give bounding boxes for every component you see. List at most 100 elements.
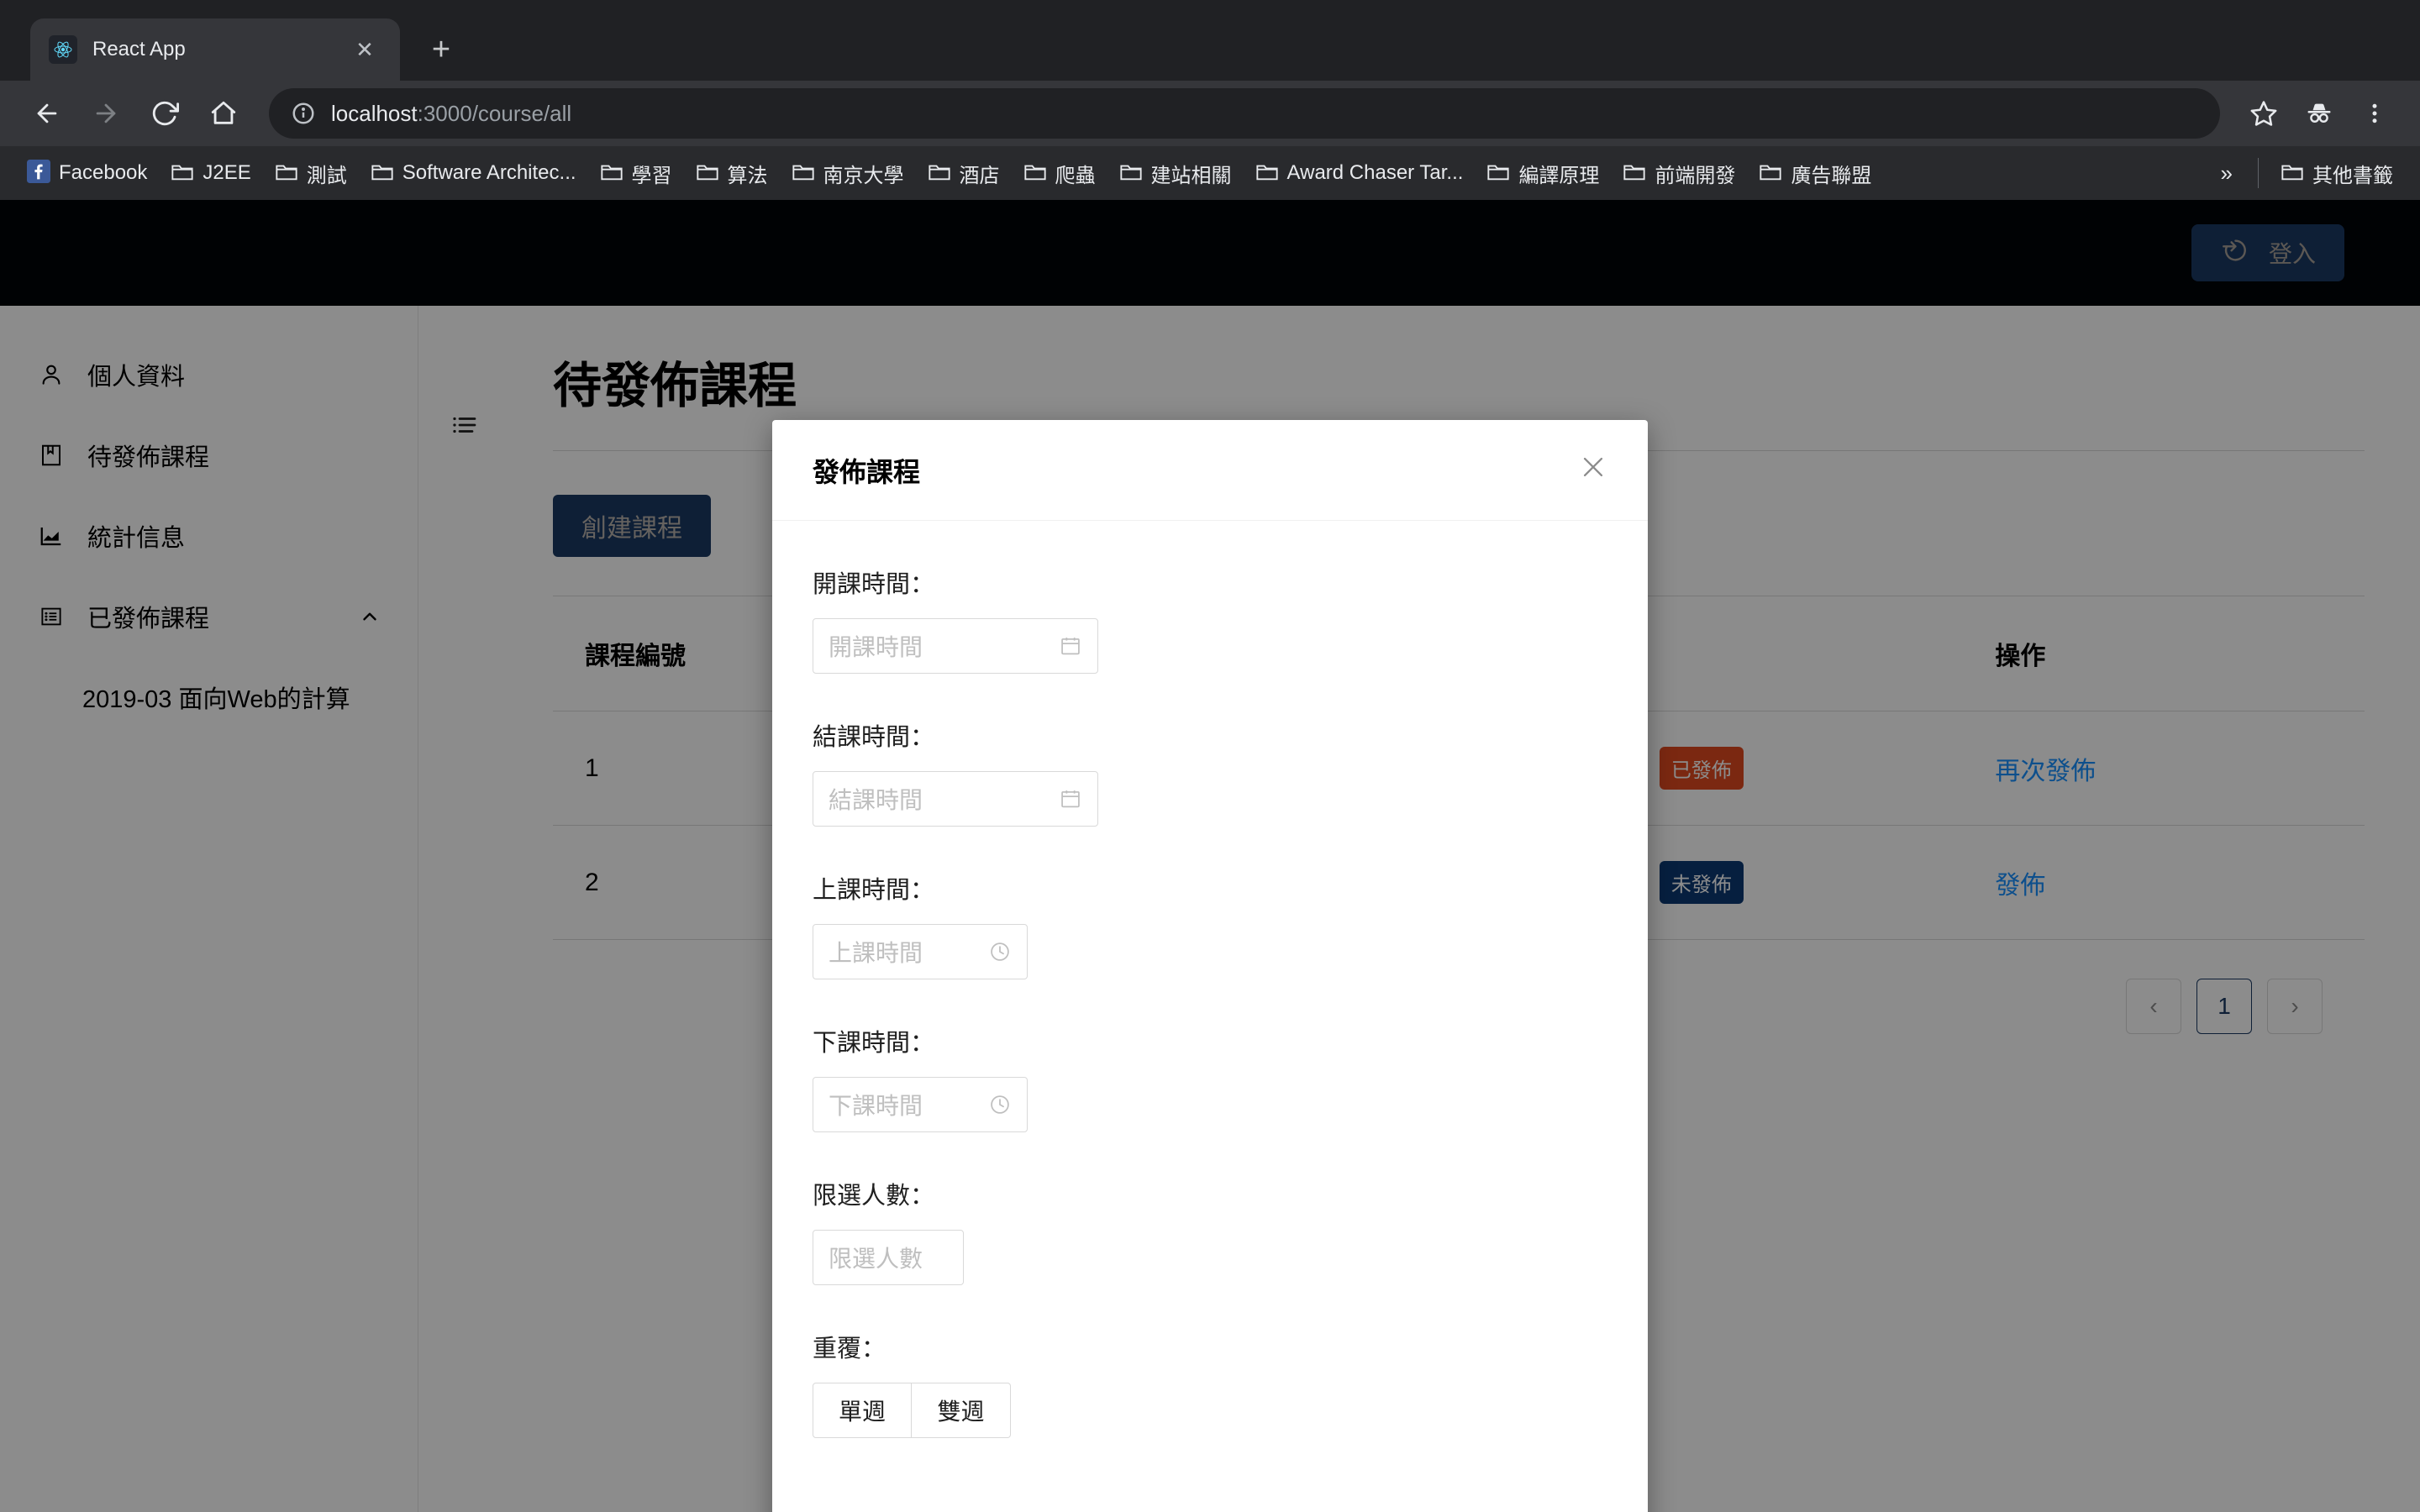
class-end-time-placeholder: 下課時間 bbox=[829, 1088, 988, 1121]
address-bar[interactable]: localhost:3000/course/all bbox=[269, 88, 2220, 139]
folder-icon bbox=[1255, 160, 1279, 186]
bookmark-item[interactable]: 前端開發 bbox=[1612, 154, 1745, 193]
facebook-icon bbox=[27, 160, 50, 187]
field-class-start-time: 上課時間： 上課時間 bbox=[813, 870, 1607, 979]
bookmark-item[interactable]: J2EE bbox=[160, 155, 260, 192]
folder-icon bbox=[1119, 160, 1143, 186]
back-icon[interactable] bbox=[20, 87, 74, 140]
tab-title: React App bbox=[92, 38, 348, 61]
bookmark-label: J2EE bbox=[203, 161, 250, 185]
calendar-icon[interactable] bbox=[1059, 634, 1082, 658]
bookmark-item[interactable]: 學習 bbox=[590, 154, 682, 193]
bookmark-label: 測試 bbox=[307, 159, 347, 188]
capacity-input[interactable]: 限選人數 bbox=[813, 1230, 964, 1285]
folder-icon bbox=[1486, 160, 1510, 186]
folder-icon bbox=[1623, 160, 1646, 186]
folder-icon bbox=[792, 160, 815, 186]
field-label: 上課時間： bbox=[813, 870, 1607, 906]
modal-title: 發佈課程 bbox=[813, 451, 920, 490]
capacity-placeholder: 限選人數 bbox=[829, 1241, 948, 1274]
close-icon[interactable] bbox=[1579, 453, 1607, 487]
bookmark-label: 編譯原理 bbox=[1518, 159, 1599, 188]
folder-icon bbox=[1759, 160, 1782, 186]
bookmarks-overflow-button[interactable]: » bbox=[2207, 160, 2246, 186]
end-date-placeholder: 結課時間 bbox=[829, 782, 1059, 816]
bookmark-item[interactable]: 酒店 bbox=[918, 154, 1010, 193]
home-icon[interactable] bbox=[197, 87, 250, 140]
bookmark-label: 南京大學 bbox=[823, 159, 904, 188]
field-end-date: 結課時間： 結課時間 bbox=[813, 717, 1607, 827]
modal-body: 開課時間： 開課時間 結課時間： 結課時間 bbox=[772, 521, 1648, 1512]
bookmark-item[interactable]: 南京大學 bbox=[781, 154, 914, 193]
class-start-time-input[interactable]: 上課時間 bbox=[813, 924, 1028, 979]
folder-icon bbox=[696, 160, 719, 186]
bookmark-item[interactable]: 建站相關 bbox=[1109, 154, 1242, 193]
field-class-end-time: 下課時間： 下課時間 bbox=[813, 1023, 1607, 1132]
folder-icon bbox=[1023, 160, 1047, 186]
bookmark-label: 建站相關 bbox=[1151, 159, 1232, 188]
kebab-menu-icon[interactable] bbox=[2349, 88, 2400, 139]
other-bookmarks-button[interactable]: 其他書籤 bbox=[2270, 154, 2403, 193]
browser-toolbar: localhost:3000/course/all bbox=[0, 81, 2420, 146]
bookmark-item[interactable]: 算法 bbox=[686, 154, 778, 193]
close-tab-icon[interactable]: ✕ bbox=[348, 33, 381, 66]
url-path: :3000/course/all bbox=[418, 101, 572, 126]
page-viewport: 登入 個人資料 待發佈課程 bbox=[0, 200, 2420, 1512]
new-tab-button[interactable]: + bbox=[415, 24, 467, 76]
folder-icon bbox=[928, 160, 951, 186]
field-label: 重覆： bbox=[813, 1329, 1607, 1364]
field-start-date: 開課時間： 開課時間 bbox=[813, 564, 1607, 674]
publish-course-modal: 發佈課程 開課時間： 開課時間 結課時間： bbox=[772, 420, 1648, 1512]
bookmark-label: 算法 bbox=[728, 159, 768, 188]
bookmark-item[interactable]: Software Architec... bbox=[360, 155, 587, 192]
start-date-input[interactable]: 開課時間 bbox=[813, 618, 1098, 674]
folder-icon bbox=[600, 160, 623, 186]
browser-tab[interactable]: React App ✕ bbox=[30, 18, 400, 81]
other-bookmarks-label: 其他書籤 bbox=[2312, 159, 2393, 188]
bookmark-label: 酒店 bbox=[960, 159, 1000, 188]
bookmark-item[interactable]: 編譯原理 bbox=[1476, 154, 1609, 193]
bookmark-item[interactable]: Facebook bbox=[17, 155, 157, 192]
bookmark-item[interactable]: 廣告聯盟 bbox=[1749, 154, 1881, 193]
info-icon[interactable] bbox=[291, 101, 316, 126]
forward-icon[interactable] bbox=[79, 87, 133, 140]
bookmark-label: 學習 bbox=[632, 159, 672, 188]
folder-icon bbox=[171, 160, 194, 186]
reload-icon[interactable] bbox=[138, 87, 192, 140]
browser-window: React App ✕ + localhost:3000/course/all bbox=[0, 0, 2420, 1512]
star-icon[interactable] bbox=[2238, 88, 2289, 139]
clock-icon[interactable] bbox=[988, 940, 1012, 963]
field-repeat: 重覆： 單週 雙週 bbox=[813, 1329, 1607, 1438]
bookmark-label: 前端開發 bbox=[1655, 159, 1735, 188]
bookmark-label: Facebook bbox=[59, 161, 147, 185]
repeat-option-odd-week[interactable]: 單週 bbox=[813, 1383, 912, 1438]
field-label: 下課時間： bbox=[813, 1023, 1607, 1058]
bookmark-item[interactable]: Award Chaser Tar... bbox=[1245, 155, 1474, 192]
bookmarks-divider bbox=[2258, 158, 2259, 188]
bookmark-item[interactable]: 測試 bbox=[265, 154, 357, 193]
folder-icon bbox=[2281, 160, 2304, 186]
repeat-radio-group: 單週 雙週 bbox=[813, 1383, 1607, 1438]
bookmarks-bar-right: » 其他書籤 bbox=[2207, 154, 2403, 193]
bookmark-item[interactable]: 爬蟲 bbox=[1013, 154, 1106, 193]
start-date-placeholder: 開課時間 bbox=[829, 629, 1059, 663]
bookmark-label: 爬蟲 bbox=[1055, 159, 1096, 188]
bookmark-label: Award Chaser Tar... bbox=[1287, 161, 1464, 185]
bookmark-label: Software Architec... bbox=[402, 161, 576, 185]
class-start-time-placeholder: 上課時間 bbox=[829, 935, 988, 969]
folder-icon bbox=[275, 160, 298, 186]
field-capacity: 限選人數： 限選人數 bbox=[813, 1176, 1607, 1285]
folder-icon bbox=[371, 160, 394, 186]
repeat-option-even-week[interactable]: 雙週 bbox=[912, 1383, 1011, 1438]
field-label: 限選人數： bbox=[813, 1176, 1607, 1211]
class-end-time-input[interactable]: 下課時間 bbox=[813, 1077, 1028, 1132]
clock-icon[interactable] bbox=[988, 1093, 1012, 1116]
url-text: localhost:3000/course/all bbox=[331, 101, 571, 127]
field-label: 結課時間： bbox=[813, 717, 1607, 753]
calendar-icon[interactable] bbox=[1059, 787, 1082, 811]
incognito-icon[interactable] bbox=[2294, 88, 2344, 139]
bookmark-label: 廣告聯盟 bbox=[1791, 159, 1871, 188]
bookmarks-bar: Facebook J2EE 測試 Software Architec... 學習… bbox=[0, 146, 2420, 200]
modal-header: 發佈課程 bbox=[772, 420, 1648, 521]
end-date-input[interactable]: 結課時間 bbox=[813, 771, 1098, 827]
